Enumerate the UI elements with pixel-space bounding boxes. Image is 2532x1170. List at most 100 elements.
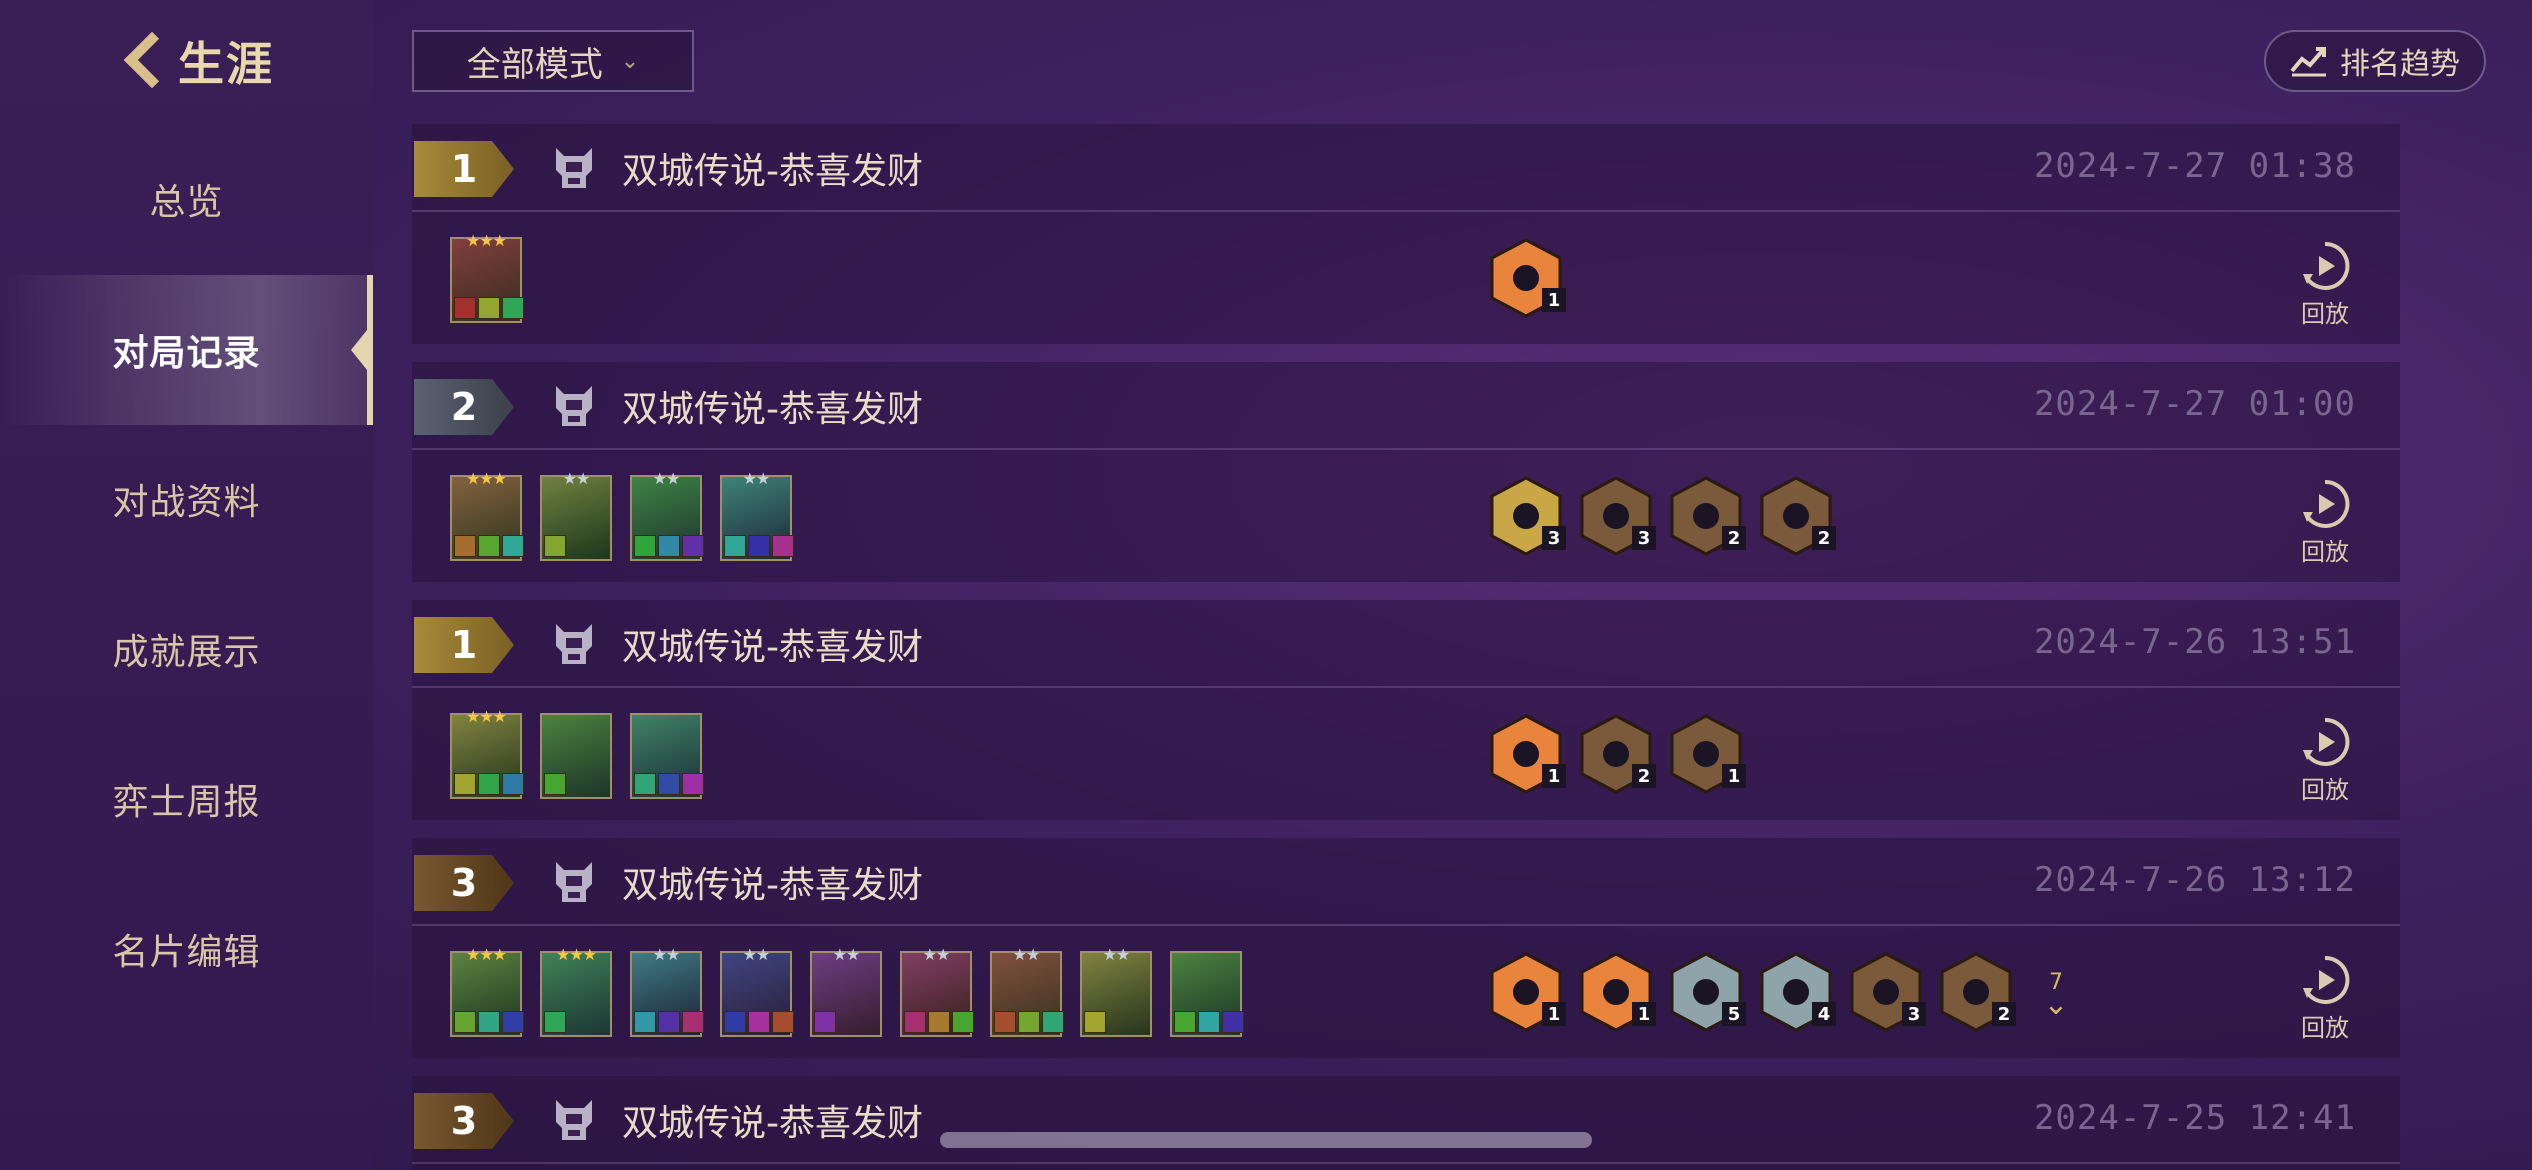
sidebar-item-card-edit[interactable]: 名片编辑 — [0, 874, 373, 1024]
trait-badge[interactable]: 1 — [1486, 236, 1566, 320]
match-header: 1 双城传说-恭喜发财 2024-7-26 13:51 — [412, 600, 2400, 688]
champion-portrait[interactable]: ★★ — [900, 945, 974, 1037]
match-header: 3 双城传说-恭喜发财 2024-7-25 12:41 — [412, 1076, 2400, 1164]
mode-filter-select[interactable]: 全部模式 ⌄ — [412, 30, 694, 92]
champion-portrait[interactable] — [540, 713, 612, 799]
trait-badge[interactable]: 3 — [1846, 950, 1926, 1034]
replay-button[interactable]: 回放 — [2290, 714, 2360, 805]
rank-trend-label: 排名趋势 — [2340, 47, 2460, 82]
game-mode-icon — [556, 1100, 592, 1140]
game-mode-icon — [556, 862, 592, 902]
trait-badge[interactable]: 4 — [1756, 950, 1836, 1034]
trait-badge[interactable]: 2 — [1936, 950, 2016, 1034]
sidebar-item-weekly-report[interactable]: 弈士周报 — [0, 724, 373, 874]
champion-portrait[interactable]: ★★★ — [450, 945, 524, 1037]
sidebar-item-achievements[interactable]: 成就展示 — [0, 574, 373, 724]
game-mode-name: 双城传说-恭喜发财 — [622, 389, 923, 430]
item-icon — [454, 535, 476, 557]
item-slots — [634, 773, 706, 795]
champion-portrait[interactable] — [1170, 951, 1244, 1037]
trait-list: 1 1 5 4 3 2 7 ⌄ — [1486, 950, 2086, 1034]
champion-portrait[interactable]: ★★★ — [450, 469, 524, 561]
game-mode-icon — [556, 148, 592, 188]
game-mode-icon — [556, 386, 592, 426]
champion-portrait[interactable]: ★★ — [720, 469, 794, 561]
champion-portrait[interactable]: ★★★ — [540, 945, 612, 1037]
item-slots — [1174, 1011, 1246, 1033]
champion-portrait[interactable]: ★★ — [540, 469, 612, 561]
item-slots — [634, 535, 706, 557]
star-level-icon: ★★ — [652, 945, 681, 964]
star-level-icon: ★★★ — [465, 707, 507, 726]
item-slots — [454, 297, 526, 319]
trait-count: 1 — [1632, 1002, 1656, 1026]
back-button[interactable]: 生涯 — [118, 28, 274, 94]
trait-badge[interactable]: 3 — [1486, 474, 1566, 558]
trait-count: 3 — [1542, 526, 1566, 550]
item-icon — [928, 1011, 950, 1033]
trait-badge[interactable]: 2 — [1576, 712, 1656, 796]
page-title: 生涯 — [178, 37, 274, 91]
star-level-icon: ★★ — [742, 945, 771, 964]
replay-button[interactable]: 回放 — [2290, 952, 2360, 1043]
trait-badge[interactable]: 5 — [1666, 950, 1746, 1034]
sidebar-item-match-history[interactable]: 对局记录 — [0, 275, 373, 425]
item-icon — [478, 1011, 500, 1033]
champion-portrait[interactable]: ★★★ — [450, 707, 524, 799]
item-icon — [814, 1011, 836, 1033]
item-icon — [682, 535, 704, 557]
trait-badge[interactable]: 2 — [1756, 474, 1836, 558]
more-traits-button[interactable]: 7 ⌄ — [2026, 950, 2086, 1034]
item-icon — [772, 1011, 794, 1033]
back-chevron-icon — [118, 30, 172, 92]
champion-portrait[interactable]: ★★ — [630, 945, 704, 1037]
trait-count: 4 — [1812, 1002, 1836, 1026]
match-card[interactable]: 3 双城传说-恭喜发财 2024-7-26 13:12 ★★★ ★★★ ★★ ★★ ★★ ★★ ★… — [412, 838, 2400, 1058]
scrollbar[interactable] — [940, 1132, 1592, 1148]
replay-button[interactable]: 回放 — [2290, 238, 2360, 329]
match-time: 2024-7-27 01:00 — [2033, 384, 2356, 424]
champion-portrait[interactable]: ★★★ — [450, 231, 524, 323]
match-card[interactable]: 2 双城传说-恭喜发财 2024-7-27 01:00 ★★★ ★★ ★★ ★★ 3 3 2 2 回放 — [412, 362, 2400, 582]
game-mode-icon — [556, 624, 592, 664]
champion-portrait[interactable]: ★★ — [630, 469, 704, 561]
star-level-icon: ★★ — [922, 945, 951, 964]
trait-badge[interactable]: 1 — [1486, 712, 1566, 796]
game-mode-name: 双城传说-恭喜发财 — [622, 1103, 923, 1144]
trait-count: 3 — [1902, 1002, 1926, 1026]
trait-badge[interactable]: 1 — [1486, 950, 1566, 1034]
trait-badge[interactable]: 1 — [1576, 950, 1656, 1034]
champion-portrait[interactable]: ★★ — [1080, 945, 1152, 1037]
item-icon — [724, 535, 746, 557]
unit-list: ★★★ ★★ ★★ ★★ — [450, 469, 810, 561]
trait-badge[interactable]: 2 — [1666, 474, 1746, 558]
rank-trend-button[interactable]: 排名趋势 — [2264, 30, 2486, 92]
trait-list: 3 3 2 2 — [1486, 474, 1846, 558]
unit-list: ★★★ — [450, 231, 540, 323]
match-card[interactable]: 3 双城传说-恭喜发财 2024-7-25 12:41 — [412, 1076, 2400, 1170]
active-notch-icon — [351, 330, 367, 370]
item-icon — [634, 1011, 656, 1033]
champion-portrait[interactable]: ★★ — [720, 945, 794, 1037]
item-slots — [454, 1011, 526, 1033]
sidebar: 生涯 总览 对局记录 对战资料 成就展示 弈士周报 名片编辑 — [0, 0, 373, 1170]
champion-portrait[interactable]: ★★ — [990, 945, 1064, 1037]
item-slots — [724, 535, 796, 557]
item-slots — [454, 773, 526, 795]
game-mode-name: 双城传说-恭喜发财 — [622, 151, 923, 192]
champion-portrait[interactable] — [630, 713, 704, 799]
match-card[interactable]: 1 双城传说-恭喜发财 2024-7-27 01:38 ★★★ 1 回放 — [412, 124, 2400, 344]
match-header: 3 双城传说-恭喜发财 2024-7-26 13:12 — [412, 838, 2400, 926]
champion-portrait[interactable]: ★★ — [810, 945, 882, 1037]
replay-button[interactable]: 回放 — [2290, 476, 2360, 567]
trait-badge[interactable]: 1 — [1666, 712, 1746, 796]
sidebar-item-battle-stats[interactable]: 对战资料 — [0, 424, 373, 574]
match-card[interactable]: 1 双城传说-恭喜发财 2024-7-26 13:51 ★★★ 1 2 1 回放 — [412, 600, 2400, 820]
star-level-icon: ★★★ — [465, 469, 507, 488]
item-icon — [1174, 1011, 1196, 1033]
trait-count: 5 — [1722, 1002, 1746, 1026]
sidebar-item-overview[interactable]: 总览 — [0, 124, 373, 274]
rank-number: 1 — [414, 617, 514, 673]
trait-count: 2 — [1632, 764, 1656, 788]
trait-badge[interactable]: 3 — [1576, 474, 1656, 558]
